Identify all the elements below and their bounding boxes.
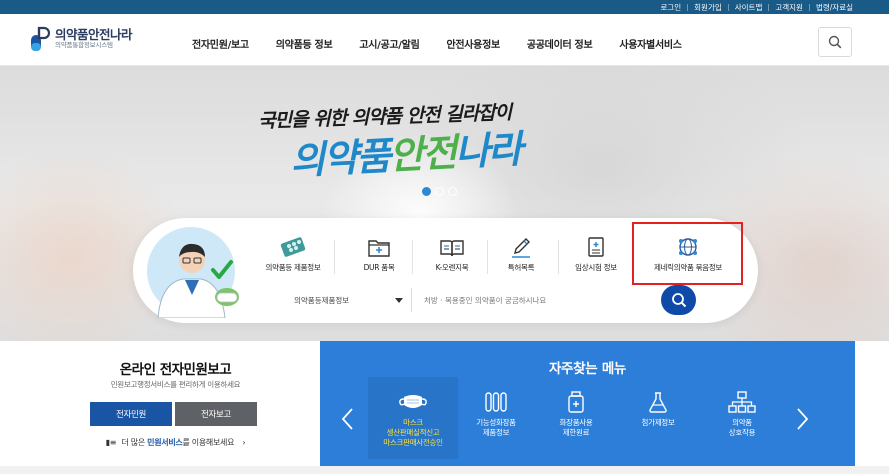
frequent-menu-drug-interaction[interactable]: 의약품 상호작용 xyxy=(702,389,782,438)
menu-label: 기능성화장품 제품정보 xyxy=(456,418,536,438)
test-tubes-icon xyxy=(456,389,536,413)
highlight-box xyxy=(632,222,743,285)
site-logo[interactable]: 의약품안전나라 의약품통합정보시스템 xyxy=(30,26,133,52)
chevron-left-icon[interactable] xyxy=(340,407,354,431)
hero-title-part2: 안전 xyxy=(387,129,457,178)
hierarchy-icon xyxy=(702,389,782,413)
search-icon xyxy=(828,35,842,49)
menu-label-line: 기능성화장품 xyxy=(476,418,516,427)
more-services-link[interactable]: ▮≡ 더 많은 민원서비스를 이용해보세요 › xyxy=(32,437,319,448)
hero-title-part1: 의약품 xyxy=(289,132,391,184)
menu-icon: ▮≡ xyxy=(105,438,117,447)
divider xyxy=(334,240,335,274)
clinical-document-icon xyxy=(556,236,636,258)
site-header: 의약품안전나라 의약품통합정보시스템 전자민원/보고 의약품등 정보 고시/공고… xyxy=(0,14,889,66)
hero-title: 의약품안전나라 xyxy=(289,118,522,185)
chevron-right-icon[interactable] xyxy=(796,407,810,431)
more-prefix: 더 많은 xyxy=(121,438,145,447)
slide-indicators xyxy=(422,187,461,196)
search-category-value: 의약품등제품정보 xyxy=(294,295,350,305)
doctor-illustration xyxy=(143,225,241,319)
frequent-menu-title: 자주찾는 메뉴 xyxy=(548,361,627,377)
menu-label-line: 마스크판매사전승인 xyxy=(383,438,443,447)
menu-label: 첨가제정보 xyxy=(618,418,698,428)
service-clinical-trial-info[interactable]: 임상시험 정보 xyxy=(556,236,636,273)
utility-links: 로그인 회원가입 사이트맵 고객지원 법령/자료실 xyxy=(654,0,859,14)
logo-title: 의약품안전나라 xyxy=(55,27,133,42)
frequent-menu-functional-cosmetics[interactable]: 기능성화장품 제품정보 xyxy=(456,389,536,438)
pill-pack-icon xyxy=(253,236,333,258)
slide-dot-2[interactable] xyxy=(435,187,444,196)
chevron-down-icon xyxy=(395,298,403,303)
nav-item-notices[interactable]: 고시/공고/알림 xyxy=(359,36,419,51)
logo-mark-icon xyxy=(30,26,51,52)
login-link[interactable]: 로그인 xyxy=(654,2,687,13)
hero-title-part3: 나라 xyxy=(453,125,522,175)
menu-label: 화장품사용 제한원료 xyxy=(536,418,616,438)
menu-label-line: 화장품사용 xyxy=(559,418,593,427)
frequent-menu-restricted-ingredients[interactable]: 화장품사용 제한원료 xyxy=(536,389,616,438)
signup-link[interactable]: 회원가입 xyxy=(688,2,728,13)
menu-label-line: 의약품 xyxy=(732,418,752,427)
frequent-menu-mask[interactable]: 마스크 생산판매실적신고 마스크판매사전승인 xyxy=(373,389,453,448)
menu-label-line: 제한원료 xyxy=(562,428,590,437)
menu-label-line: 첨가제정보 xyxy=(641,418,675,427)
service-label: 특허목록 xyxy=(507,263,535,272)
menu-label: 마스크 생산판매실적신고 마스크판매사전승인 xyxy=(373,418,453,448)
chevron-right-icon: › xyxy=(242,438,246,447)
e-petition-button[interactable]: 전자민원 xyxy=(90,402,172,426)
bottle-icon xyxy=(536,389,616,413)
nav-item-drug-info[interactable]: 의약품등 정보 xyxy=(276,36,333,51)
medical-folder-icon xyxy=(339,236,419,258)
service-label: DUR 품목 xyxy=(363,263,395,272)
slide-dot-3[interactable] xyxy=(448,187,457,196)
frequent-menu-box: 자주찾는 메뉴 마스크 생산판매실적신고 마스크판매사전승인 기능성화장품 제품… xyxy=(320,341,855,466)
service-drug-product-info[interactable]: 의약품등 제품정보 xyxy=(253,236,333,273)
search-category-select[interactable]: 의약품등제품정보 xyxy=(294,288,412,312)
menu-label: 의약품 상호작용 xyxy=(702,418,782,438)
customer-support-link[interactable]: 고객지원 xyxy=(769,2,809,13)
open-book-icon xyxy=(412,236,492,258)
frequent-menu-additive-info[interactable]: 첨가제정보 xyxy=(618,389,698,428)
menu-label-line: 상호작용 xyxy=(728,428,756,437)
nav-item-safe-use[interactable]: 안전사용정보 xyxy=(446,36,500,51)
logo-subtitle: 의약품통합정보시스템 xyxy=(55,41,113,49)
sitemap-link[interactable]: 사이트맵 xyxy=(729,2,769,13)
drug-search-input[interactable] xyxy=(424,288,659,312)
mask-icon xyxy=(373,389,453,413)
service-label: 의약품등 제품정보 xyxy=(265,263,321,272)
more-highlight: 민원서비스 xyxy=(147,438,183,447)
top-utility-bar: 로그인 회원가입 사이트맵 고객지원 법령/자료실 xyxy=(0,0,889,14)
more-suffix: 를 이용해보세요 xyxy=(182,438,235,447)
flask-icon xyxy=(618,389,698,413)
e-report-button[interactable]: 전자보고 xyxy=(175,402,257,426)
service-label: 임상시험 정보 xyxy=(575,263,617,272)
header-search-button[interactable] xyxy=(818,27,852,57)
pencil-edit-icon xyxy=(481,236,561,258)
search-icon xyxy=(671,293,686,308)
menu-label-line: 생산판매실적신고 xyxy=(386,428,440,437)
nav-item-user-services[interactable]: 사용자별서비스 xyxy=(619,36,682,51)
service-k-orange-book[interactable]: K-오렌지북 xyxy=(412,236,492,273)
service-dur-items[interactable]: DUR 품목 xyxy=(339,236,419,273)
online-report-title: 온라인 전자민원보고 xyxy=(119,362,232,378)
law-data-link[interactable]: 법령/자료실 xyxy=(810,2,859,13)
nav-item-e-petition[interactable]: 전자민원/보고 xyxy=(192,36,249,51)
nav-item-public-data[interactable]: 공공데이터 정보 xyxy=(527,36,593,51)
service-patent-list[interactable]: 특허목록 xyxy=(481,236,561,273)
main-navigation: 전자민원/보고 의약품등 정보 고시/공고/알림 안전사용정보 공공데이터 정보… xyxy=(192,36,709,51)
menu-label-line: 마스크 xyxy=(403,418,423,427)
online-report-box: 온라인 전자민원보고 민원보고행정서비스를 편리하게 이용하세요 전자민원 전자… xyxy=(32,341,319,466)
slide-dot-1[interactable] xyxy=(422,187,431,196)
page-bottom-strip xyxy=(0,466,889,474)
service-label: K-오렌지북 xyxy=(435,263,469,272)
drug-search-button[interactable] xyxy=(661,285,696,315)
menu-label-line: 제품정보 xyxy=(482,428,510,437)
online-report-subtitle: 민원보고행정서비스를 편리하게 이용하세요 xyxy=(110,380,241,389)
